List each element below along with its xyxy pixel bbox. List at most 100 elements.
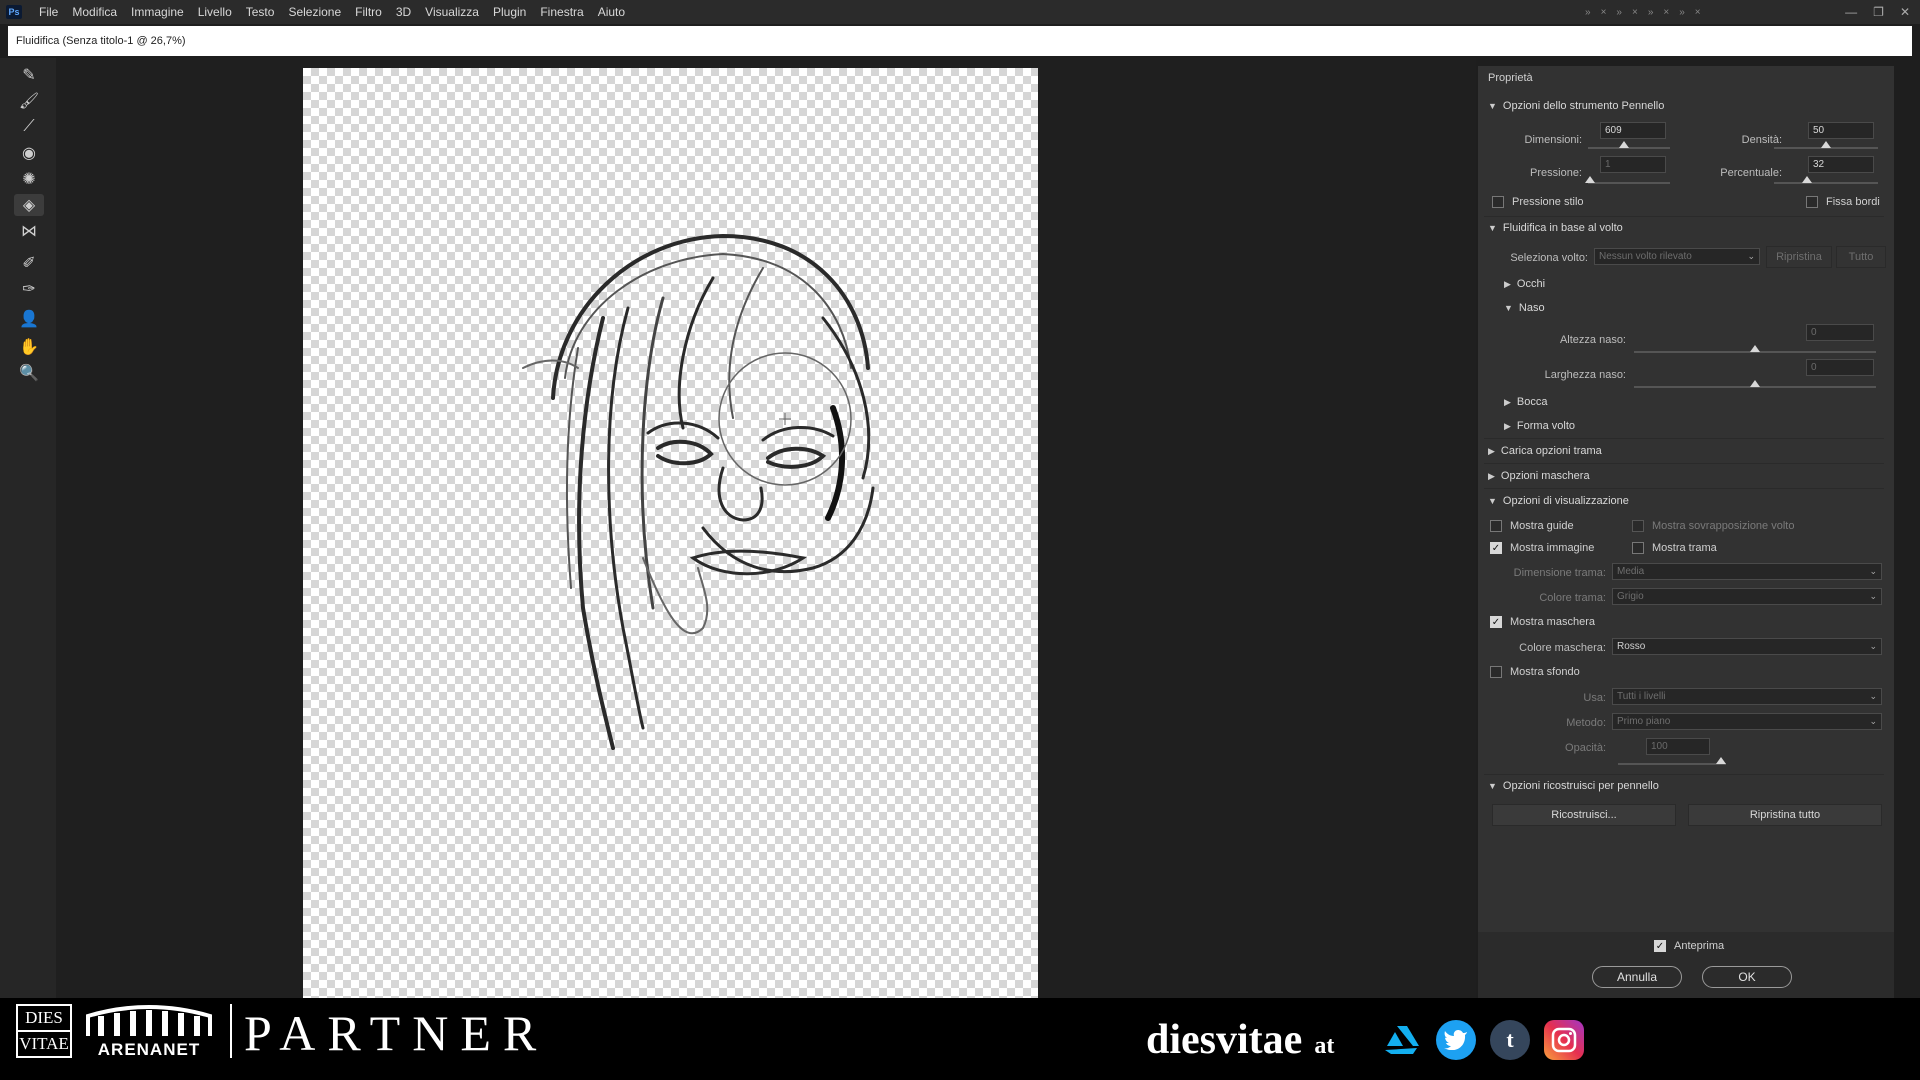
- size-input[interactable]: 609: [1600, 122, 1666, 139]
- thaw-mask-tool-icon[interactable]: ✑: [14, 278, 44, 300]
- forward-warp-tool-icon[interactable]: ✎: [14, 64, 44, 86]
- opacity-slider[interactable]: [1618, 757, 1726, 765]
- reconstruct-button[interactable]: Ricostruisci...: [1492, 804, 1676, 826]
- menu-finestra[interactable]: Finestra: [533, 5, 590, 19]
- show-image-checkbox[interactable]: ✓ Mostra immagine: [1490, 542, 1594, 554]
- section-reconstruct-options[interactable]: ▼ Opzioni ricostruisci per pennello: [1488, 780, 1659, 792]
- partner-text: PARTNER: [244, 1005, 549, 1061]
- divider: [1484, 774, 1884, 775]
- menu-3d[interactable]: 3D: [389, 5, 418, 19]
- expand-icon[interactable]: »: [1616, 7, 1622, 18]
- instagram-icon[interactable]: [1544, 1020, 1584, 1060]
- menu-immagine[interactable]: Immagine: [124, 5, 191, 19]
- menu-filtro[interactable]: Filtro: [348, 5, 389, 19]
- properties-panel: Proprietà ▼ Opzioni dello strumento Penne…: [1478, 66, 1894, 932]
- menu-visualizza[interactable]: Visualizza: [418, 5, 486, 19]
- chevron-down-icon: ⌄: [1869, 641, 1877, 651]
- push-left-tool-icon[interactable]: ⋈: [14, 220, 44, 242]
- smooth-tool-icon[interactable]: ⟋: [14, 116, 44, 138]
- select-face-dropdown[interactable]: Nessun volto rilevato ⌄: [1594, 248, 1760, 265]
- menu-testo[interactable]: Testo: [239, 5, 282, 19]
- section-view-options[interactable]: ▼ Opzioni di visualizzazione: [1488, 495, 1629, 507]
- nose-height-slider[interactable]: [1634, 345, 1876, 353]
- reconstruct-tool-icon[interactable]: 🖌: [14, 90, 44, 112]
- menu-selezione[interactable]: Selezione: [281, 5, 348, 19]
- artstation-icon[interactable]: [1382, 1020, 1422, 1060]
- twitter-icon[interactable]: [1436, 1020, 1476, 1060]
- preview-checkbox[interactable]: ✓ Anteprima: [1654, 940, 1724, 952]
- expand-icon[interactable]: »: [1679, 7, 1685, 18]
- bloat-tool-icon[interactable]: ◈: [14, 194, 44, 216]
- mask-color-dropdown[interactable]: Rosso ⌄: [1612, 638, 1882, 655]
- menu-bar: Ps File Modifica Immagine Livello Testo …: [0, 0, 1920, 24]
- mesh-size-label: Dimensione trama:: [1513, 567, 1606, 579]
- section-eyes[interactable]: ▶ Occhi: [1504, 278, 1545, 290]
- freeze-mask-tool-icon[interactable]: ✐: [14, 252, 44, 274]
- minimize-icon[interactable]: —: [1845, 5, 1857, 19]
- twirl-tool-icon[interactable]: ◉: [14, 142, 44, 164]
- menu-livello[interactable]: Livello: [191, 5, 239, 19]
- face-sketch: [522, 233, 875, 750]
- expand-icon[interactable]: »: [1585, 7, 1591, 18]
- pin-edges-checkbox[interactable]: Fissa bordi: [1806, 196, 1880, 208]
- section-mouth[interactable]: ▶ Bocca: [1504, 396, 1548, 408]
- nose-width-slider[interactable]: [1634, 380, 1876, 388]
- show-guides-checkbox[interactable]: Mostra guide: [1490, 520, 1574, 532]
- section-brush-options[interactable]: ▼ Opzioni dello strumento Pennello: [1488, 100, 1664, 112]
- show-face-overlay-checkbox[interactable]: Mostra sovrapposizione volto: [1632, 520, 1794, 532]
- face-all-button[interactable]: Tutto: [1836, 246, 1886, 268]
- close-window-icon[interactable]: ✕: [1900, 5, 1910, 19]
- mode-dropdown[interactable]: Primo piano ⌄: [1612, 713, 1882, 730]
- rate-slider[interactable]: [1774, 176, 1878, 184]
- expand-icon[interactable]: »: [1648, 7, 1654, 18]
- section-load-mesh[interactable]: ▶ Carica opzioni trama: [1488, 445, 1602, 457]
- hand-tool-icon[interactable]: ✋: [14, 336, 44, 358]
- restore-all-button[interactable]: Ripristina tutto: [1688, 804, 1882, 826]
- nose-height-label: Altezza naso:: [1559, 334, 1626, 346]
- menu-plugin[interactable]: Plugin: [486, 5, 533, 19]
- mesh-size-dropdown[interactable]: Media ⌄: [1612, 563, 1882, 580]
- mesh-color-dropdown[interactable]: Grigio ⌄: [1612, 588, 1882, 605]
- section-face-shape[interactable]: ▶ Forma volto: [1504, 420, 1575, 432]
- menu-aiuto[interactable]: Aiuto: [591, 5, 632, 19]
- tumblr-icon[interactable]: t: [1490, 1020, 1530, 1060]
- stylus-pressure-checkbox[interactable]: Pressione stilo: [1492, 196, 1584, 208]
- density-input[interactable]: 50: [1808, 122, 1874, 139]
- nose-width-input[interactable]: 0: [1806, 359, 1874, 376]
- section-face-aware[interactable]: ▼ Fluidifica in base al volto: [1488, 222, 1623, 234]
- show-backdrop-checkbox[interactable]: Mostra sfondo: [1490, 666, 1580, 678]
- size-slider[interactable]: [1588, 141, 1670, 149]
- cancel-button[interactable]: Annulla: [1592, 966, 1682, 988]
- menu-file[interactable]: File: [32, 5, 65, 19]
- collapsed-triangle-icon: ▶: [1504, 396, 1511, 407]
- dialog-buttons: ✓ Anteprima Annulla OK: [1478, 932, 1894, 998]
- face-reset-button[interactable]: Ripristina: [1766, 246, 1832, 268]
- restore-icon[interactable]: ❐: [1873, 5, 1884, 19]
- show-mask-checkbox[interactable]: ✓ Mostra maschera: [1490, 616, 1595, 628]
- close-icon[interactable]: ×: [1663, 7, 1669, 18]
- density-slider[interactable]: [1774, 141, 1878, 149]
- section-nose[interactable]: ▼ Naso: [1504, 302, 1545, 314]
- nose-height-input[interactable]: 0: [1806, 324, 1874, 341]
- menu-modifica[interactable]: Modifica: [65, 5, 124, 19]
- document-canvas[interactable]: [303, 68, 1038, 1004]
- expanded-triangle-icon: ▼: [1504, 303, 1513, 313]
- expanded-triangle-icon: ▼: [1488, 781, 1497, 791]
- close-icon[interactable]: ×: [1695, 7, 1701, 18]
- close-icon[interactable]: ×: [1601, 7, 1607, 18]
- pucker-tool-icon[interactable]: ✺: [14, 168, 44, 190]
- handle-text: diesvitae at: [1146, 1017, 1335, 1063]
- rate-input[interactable]: 32: [1808, 156, 1874, 173]
- show-mesh-checkbox[interactable]: Mostra trama: [1632, 542, 1717, 554]
- section-mask-options[interactable]: ▶ Opzioni maschera: [1488, 470, 1590, 482]
- close-icon[interactable]: ×: [1632, 7, 1638, 18]
- pressure-input[interactable]: 1: [1600, 156, 1666, 173]
- opacity-input[interactable]: 100: [1646, 738, 1710, 755]
- pressure-slider[interactable]: [1585, 176, 1670, 184]
- use-dropdown[interactable]: Tutti i livelli ⌄: [1612, 688, 1882, 705]
- ok-button[interactable]: OK: [1702, 966, 1792, 988]
- face-tool-icon[interactable]: 👤: [14, 308, 44, 330]
- arenanet-arches-icon: [86, 1005, 212, 1036]
- zoom-tool-icon[interactable]: 🔍: [14, 362, 44, 384]
- expanded-triangle-icon: ▼: [1488, 223, 1497, 233]
